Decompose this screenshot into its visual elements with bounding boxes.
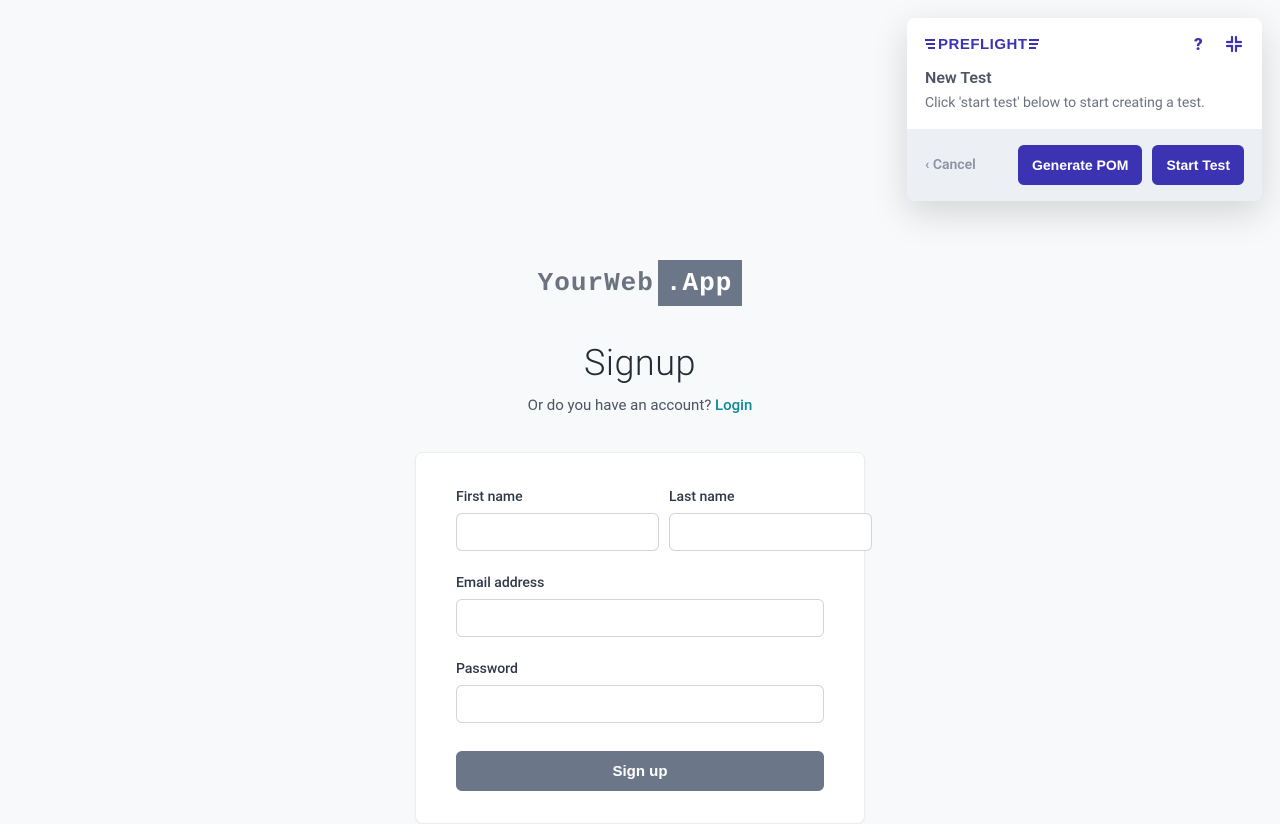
- last-name-label: Last name: [669, 489, 872, 505]
- email-input[interactable]: [456, 599, 824, 637]
- signup-subtext: Or do you have an account? Login: [528, 396, 753, 414]
- preflight-logo: PREFLIGHT: [925, 35, 1039, 53]
- first-name-label: First name: [456, 489, 659, 505]
- preflight-header: PREFLIGHT ?: [907, 18, 1262, 68]
- signup-card: First name Last name Email address Passw…: [415, 452, 865, 824]
- start-test-button[interactable]: Start Test: [1152, 145, 1244, 185]
- preflight-body: New Test Click 'start test' below to sta…: [907, 68, 1262, 129]
- preflight-title: New Test: [925, 68, 1244, 87]
- password-input[interactable]: [456, 685, 824, 723]
- first-name-input[interactable]: [456, 513, 659, 551]
- first-name-group: First name: [456, 489, 659, 551]
- preflight-subtitle: Click 'start test' below to start creati…: [925, 93, 1244, 113]
- email-group: Email address: [456, 575, 824, 637]
- minimize-icon[interactable]: [1224, 34, 1244, 54]
- password-label: Password: [456, 661, 824, 677]
- app-logo: YourWeb .App: [538, 260, 743, 306]
- svg-text:?: ?: [1194, 35, 1203, 53]
- help-icon[interactable]: ?: [1190, 34, 1210, 54]
- app-logo-right: .App: [658, 260, 742, 306]
- svg-text:PREFLIGHT: PREFLIGHT: [938, 36, 1028, 53]
- signup-subtext-label: Or do you have an account?: [528, 396, 715, 414]
- signup-button[interactable]: Sign up: [456, 751, 824, 791]
- app-logo-left: YourWeb: [538, 268, 654, 298]
- email-label: Email address: [456, 575, 824, 591]
- signup-wrapper: YourWeb .App Signup Or do you have an ac…: [415, 0, 865, 824]
- preflight-panel: PREFLIGHT ?: [907, 18, 1262, 201]
- cancel-button[interactable]: ‹ Cancel: [925, 157, 976, 173]
- last-name-group: Last name: [669, 489, 872, 551]
- generate-pom-button[interactable]: Generate POM: [1018, 145, 1142, 185]
- login-link[interactable]: Login: [715, 396, 752, 414]
- preflight-footer: ‹ Cancel Generate POM Start Test: [907, 129, 1262, 201]
- last-name-input[interactable]: [669, 513, 872, 551]
- page-title: Signup: [584, 342, 696, 384]
- password-group: Password: [456, 661, 824, 723]
